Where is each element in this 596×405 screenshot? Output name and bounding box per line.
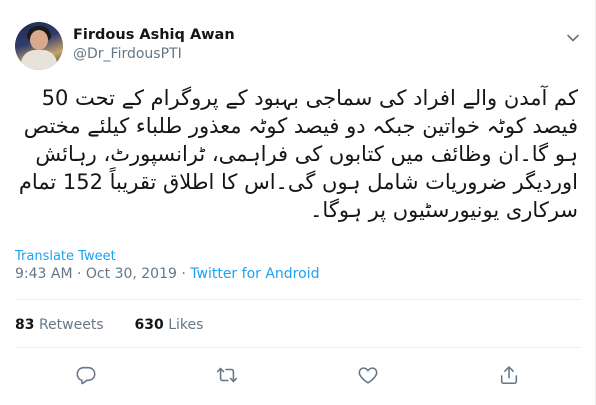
- chevron-down-icon[interactable]: [566, 30, 580, 44]
- meta-separator: ·: [77, 266, 82, 282]
- share-icon[interactable]: [498, 364, 520, 386]
- heart-icon[interactable]: [357, 364, 379, 386]
- divider: [15, 347, 581, 348]
- reply-icon[interactable]: [75, 364, 97, 386]
- tweet-card: Firdous Ashiq Awan @Dr_FirdousPTI کم آمد…: [0, 0, 596, 405]
- avatar-face: [30, 30, 48, 50]
- retweets-count: 83: [15, 317, 35, 333]
- display-name[interactable]: Firdous Ashiq Awan: [73, 27, 235, 43]
- engagement-stats: 83 Retweets 630 Likes: [15, 317, 203, 333]
- tweet-meta: 9:43 AM · Oct 30, 2019 · Twitter for And…: [15, 266, 319, 282]
- user-handle[interactable]: @Dr_FirdousPTI: [73, 46, 182, 62]
- retweets-stat[interactable]: 83 Retweets: [15, 317, 104, 333]
- translate-tweet-link[interactable]: Translate Tweet: [15, 249, 116, 264]
- meta-separator: ·: [181, 266, 186, 282]
- tweet-text: کم آمدن والے افراد کی سماجی بہبود کے پرو…: [18, 86, 578, 222]
- likes-stat[interactable]: 630 Likes: [135, 317, 204, 333]
- tweet-time[interactable]: 9:43 AM: [15, 266, 73, 282]
- divider: [15, 299, 581, 300]
- tweet-date[interactable]: Oct 30, 2019: [86, 266, 177, 282]
- avatar[interactable]: [15, 22, 63, 70]
- avatar-body: [21, 50, 57, 70]
- retweet-icon[interactable]: [216, 364, 238, 386]
- likes-count: 630: [134, 317, 164, 333]
- likes-label: Likes: [168, 317, 204, 333]
- retweets-label: Retweets: [38, 317, 104, 333]
- tweet-source-link[interactable]: Twitter for Android: [190, 266, 319, 282]
